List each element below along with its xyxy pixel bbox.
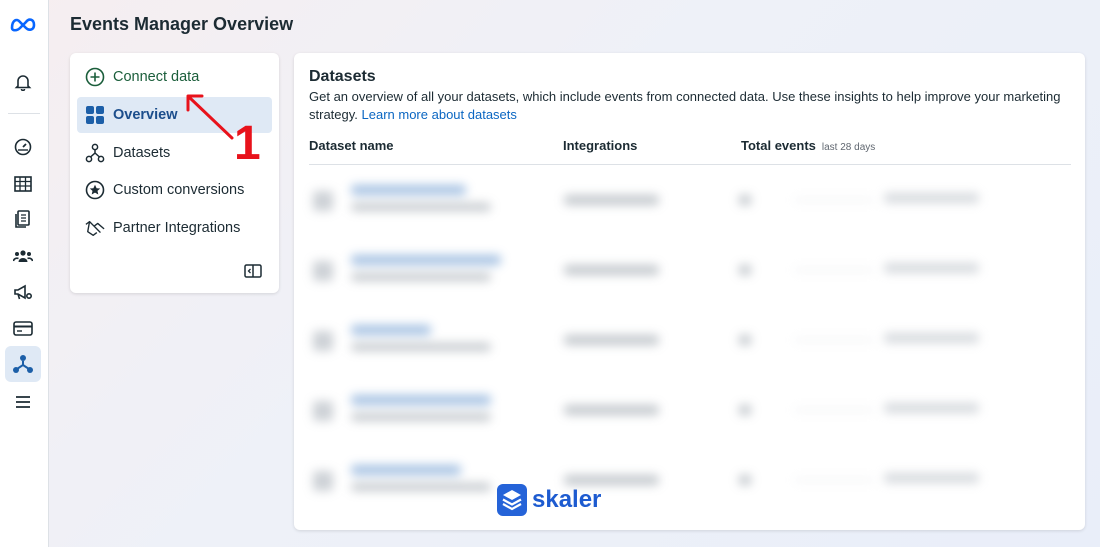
star-circle-icon <box>85 180 105 200</box>
collapse-panel-icon[interactable] <box>244 264 262 278</box>
table-row[interactable] <box>309 453 1071 513</box>
nav-item-label: Overview <box>113 107 178 123</box>
nav-item-partner-integrations[interactable]: Partner Integrations <box>77 210 272 246</box>
page-title: Events Manager Overview <box>70 14 294 34</box>
table-icon[interactable] <box>5 166 41 202</box>
menu-icon[interactable] <box>5 384 41 420</box>
handshake-icon <box>85 218 105 238</box>
bell-icon[interactable] <box>5 64 41 100</box>
table-row[interactable] <box>309 173 1071 233</box>
datasets-description: Get an overview of all your datasets, wh… <box>309 88 1069 124</box>
nav-item-label: Custom conversions <box>113 182 245 198</box>
table-row[interactable] <box>309 243 1071 303</box>
left-rail <box>0 0 49 547</box>
skaler-logo-icon <box>497 484 527 516</box>
nav-item-custom-conversions[interactable]: Custom conversions <box>77 172 272 208</box>
datasets-overview-card: Datasets Get an overview of all your dat… <box>294 53 1085 530</box>
overview-grid-icon <box>85 105 105 125</box>
megaphone-gear-icon[interactable] <box>5 274 41 310</box>
nav-item-label: Partner Integrations <box>113 220 241 236</box>
annotation-step-number: 1 <box>234 117 261 170</box>
column-header-dataset-name[interactable]: Dataset name <box>309 138 394 153</box>
datasets-title: Datasets <box>309 68 376 85</box>
table-row[interactable] <box>309 383 1071 443</box>
meta-logo-icon[interactable] <box>5 6 41 42</box>
skaler-wordmark: skaler <box>532 486 602 513</box>
gauge-icon[interactable] <box>5 129 41 165</box>
annotation-arrow-icon <box>180 86 240 151</box>
connect-data-button[interactable]: Connect data <box>77 59 272 95</box>
card-icon[interactable] <box>5 310 41 346</box>
column-header-integrations[interactable]: Integrations <box>563 138 637 153</box>
rail-divider <box>8 113 40 114</box>
total-events-label: Total events <box>741 138 816 153</box>
events-graph-icon[interactable] <box>5 346 41 382</box>
datasets-icon <box>85 143 105 163</box>
table-row[interactable] <box>309 313 1071 373</box>
events-nav-card: Connect data Overview Datasets Custom co… <box>70 53 279 293</box>
document-icon[interactable] <box>5 201 41 237</box>
skaler-watermark: skaler <box>497 484 601 516</box>
column-header-total-events[interactable]: Total events last 28 days <box>741 138 875 153</box>
connect-data-label: Connect data <box>113 69 200 85</box>
people-icon[interactable] <box>5 238 41 274</box>
total-events-period: last 28 days <box>821 142 876 153</box>
nav-item-label: Datasets <box>113 145 171 161</box>
learn-more-link[interactable]: Learn more about datasets <box>362 107 517 122</box>
plus-circle-icon <box>85 67 105 87</box>
table-header-divider <box>309 164 1071 165</box>
